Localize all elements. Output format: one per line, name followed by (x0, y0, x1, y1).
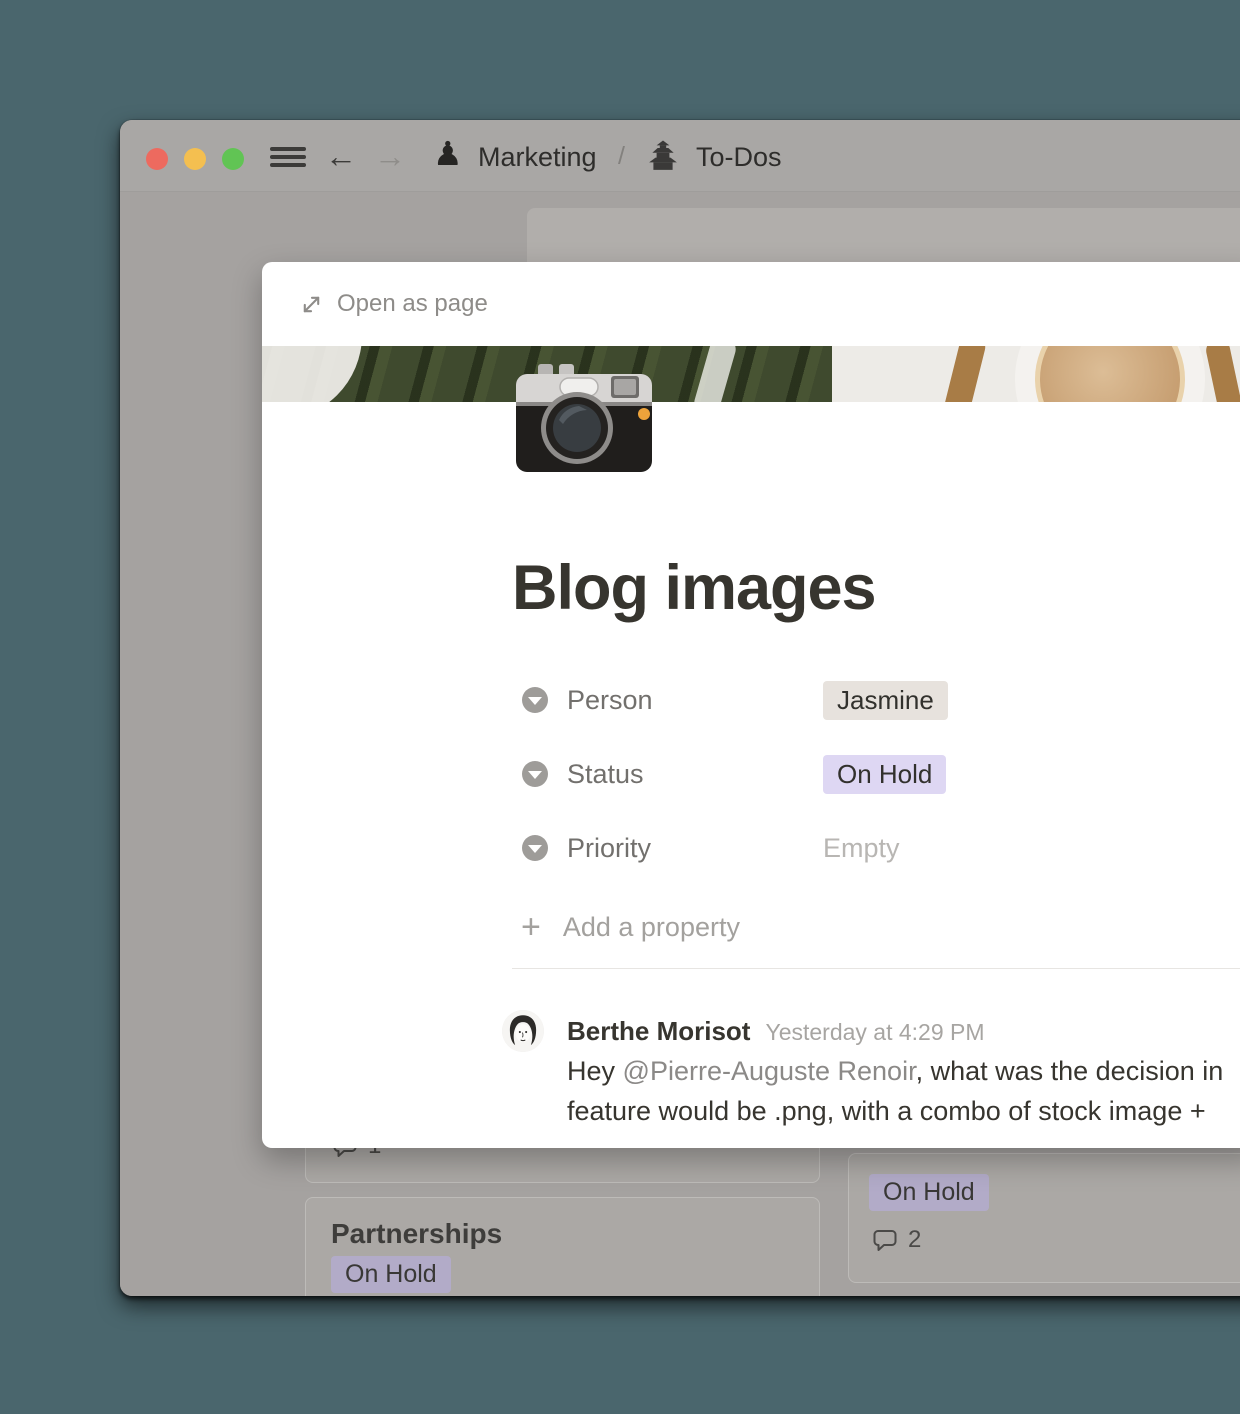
status-badge: On Hold (869, 1174, 989, 1211)
breadcrumb-page[interactable]: To-Dos (696, 142, 782, 173)
cover-coffee-cup (1035, 346, 1185, 402)
comment-bubble-icon (871, 1227, 899, 1254)
property-label[interactable]: Person (567, 685, 817, 716)
comment-count: 2 (908, 1226, 921, 1254)
open-as-page-button[interactable]: Open as page (300, 290, 488, 318)
user-mention[interactable]: @Pierre-Auguste Renoir (623, 1056, 916, 1086)
window-titlebar: ← → ♟ Marketing / To-Dos (120, 120, 1240, 192)
camera-page-icon[interactable] (514, 362, 654, 474)
card-title: Partnerships (331, 1218, 502, 1250)
screenshot-canvas: ← → ♟ Marketing / To-Dos (0, 0, 1240, 1414)
add-property-button[interactable]: + Add a property (512, 907, 740, 947)
property-value[interactable]: Empty (823, 833, 900, 864)
cover-wood-detail (942, 346, 988, 402)
select-property-icon[interactable] (522, 687, 548, 713)
page-preview-modal: Open as page (262, 262, 1240, 1148)
plus-icon: + (521, 910, 541, 944)
page-title[interactable]: Blog images (512, 552, 876, 624)
breadcrumb-root[interactable]: Marketing (478, 142, 597, 173)
forward-button[interactable]: → (374, 136, 406, 176)
status-tag[interactable]: On Hold (823, 755, 946, 794)
castle-icon (647, 140, 679, 172)
property-row-person: Person Jasmine (512, 677, 1240, 723)
cover-image (262, 346, 1240, 402)
open-as-page-label: Open as page (337, 290, 488, 318)
pawn-icon: ♟ (433, 132, 463, 176)
comment-text-line2: feature would be .png, with a combo of s… (567, 1096, 1206, 1127)
select-property-icon[interactable] (522, 835, 548, 861)
comment-author: Berthe Morisot (567, 1016, 750, 1047)
status-badge: On Hold (331, 1256, 451, 1293)
person-tag[interactable]: Jasmine (823, 681, 948, 720)
avatar (502, 1010, 544, 1052)
property-value[interactable]: On Hold (823, 755, 946, 794)
sidebar-menu-icon[interactable] (270, 147, 306, 167)
comment-timestamp: Yesterday at 4:29 PM (765, 1019, 984, 1046)
add-property-label: Add a property (563, 912, 740, 943)
property-row-status: Status On Hold (512, 751, 1240, 797)
zoom-window-button[interactable] (222, 148, 244, 170)
empty-value: Empty (823, 833, 900, 863)
property-row-priority: Priority Empty (512, 825, 1240, 871)
select-property-icon[interactable] (522, 761, 548, 787)
cover-wood-detail (1204, 346, 1240, 402)
property-value[interactable]: Jasmine (823, 681, 948, 720)
board-card-right: On Hold 2 (848, 1153, 1240, 1283)
back-button[interactable]: ← (325, 136, 357, 176)
breadcrumb-separator: / (618, 142, 625, 171)
expand-diagonal-icon (300, 293, 323, 316)
comment-text-line1: Hey @Pierre-Auguste Renoir, what was the… (567, 1056, 1223, 1087)
property-label[interactable]: Status (567, 759, 817, 790)
board-card-partnerships: Partnerships On Hold (305, 1197, 820, 1296)
section-divider (512, 968, 1240, 969)
property-label[interactable]: Priority (567, 833, 817, 864)
close-window-button[interactable] (146, 148, 168, 170)
minimize-window-button[interactable] (184, 148, 206, 170)
comment-header: Berthe Morisot Yesterday at 4:29 PM (567, 1016, 985, 1047)
